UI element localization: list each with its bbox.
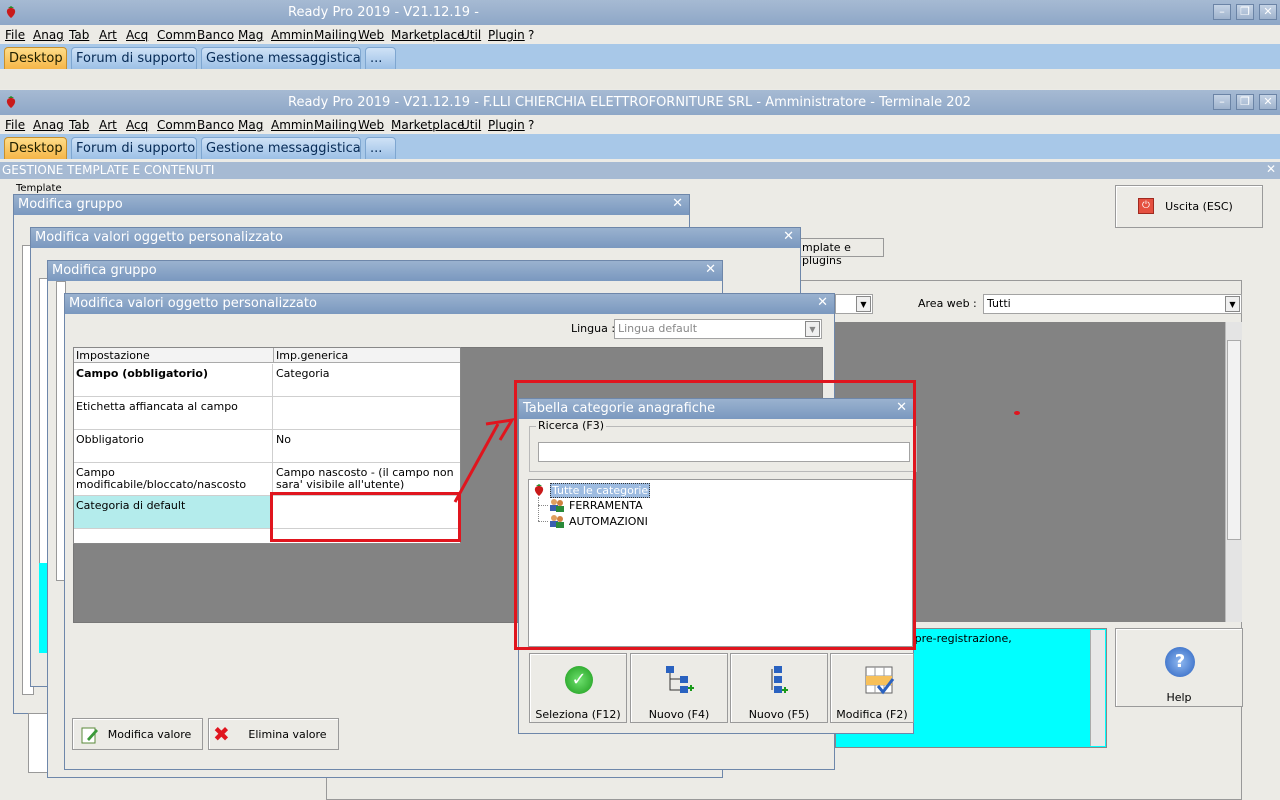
- area-web-select[interactable]: Tutti ▼: [983, 294, 1242, 314]
- back-tabbar: Desktop Forum di supporto Gestione messagg…: [0, 44, 1280, 69]
- table-edit-icon: [865, 666, 895, 695]
- section-title: GESTIONE TEMPLATE E CONTENUTI: [2, 163, 215, 177]
- back-window-title: Ready Pro 2019 - V21.12.19 -: [288, 5, 479, 20]
- front-menubar: File Anag Tab Art Acq Comm Banco Mag Ammin Mailin…: [0, 115, 1280, 134]
- check-icon: ✓: [565, 666, 593, 694]
- close-icon[interactable]: ✕: [672, 196, 683, 211]
- template-label: Template: [16, 183, 62, 194]
- restore-icon[interactable]: ❐: [1236, 4, 1254, 20]
- tab[interactable]: ...: [365, 137, 396, 159]
- tab[interactable]: Forum di supporto: [71, 47, 197, 69]
- menu-item[interactable]: File: [5, 118, 25, 132]
- menu-item[interactable]: Marketplace: [391, 118, 465, 132]
- lingua-label: Lingua :: [571, 322, 616, 335]
- section-close-icon[interactable]: ✕: [1266, 162, 1276, 176]
- menu-item[interactable]: Mailing: [314, 28, 357, 42]
- close-icon[interactable]: ✕: [783, 229, 794, 244]
- uscita-button[interactable]: ⏻ Uscita (ESC): [1115, 185, 1263, 228]
- minimize-icon[interactable]: –: [1213, 94, 1231, 110]
- modifica-f2-button[interactable]: Modifica (F2): [830, 653, 914, 723]
- tab[interactable]: Forum di supporto: [71, 137, 197, 159]
- seleziona-button[interactable]: ✓ Seleziona (F12): [529, 653, 627, 723]
- help-icon: ?: [1165, 647, 1195, 677]
- front-tabbar: Desktop Forum di supporto Gestione messagg…: [0, 134, 1280, 159]
- strawberry-logo-icon: [6, 96, 16, 108]
- grid-row[interactable]: Etichetta affiancata al campo: [74, 397, 460, 430]
- grid-header-imp-generica: Imp.generica: [274, 348, 460, 363]
- close-icon[interactable]: ✕: [817, 295, 828, 310]
- menu-item[interactable]: Web: [358, 28, 384, 42]
- menu-item[interactable]: Comm: [157, 28, 196, 42]
- front-window-title: Ready Pro 2019 - V21.12.19 - F.LLI CHIER…: [288, 95, 972, 110]
- tab[interactable]: Desktop: [4, 47, 67, 69]
- menu-item[interactable]: Plugin: [488, 28, 525, 42]
- tree-add-sibling-icon: [666, 666, 694, 693]
- nuovo-f5-button[interactable]: Nuovo (F5): [730, 653, 828, 723]
- menu-item[interactable]: Ammin: [271, 118, 314, 132]
- modifica-valore-button[interactable]: Modifica valore: [72, 718, 203, 750]
- menu-item[interactable]: File: [5, 28, 25, 42]
- menu-item[interactable]: Anag: [33, 118, 64, 132]
- edit-icon: [81, 727, 98, 744]
- power-icon: ⏻: [1138, 198, 1154, 214]
- close-icon[interactable]: ✕: [1259, 4, 1277, 20]
- annotation-dialog-box: [514, 380, 916, 650]
- grid-row[interactable]: Obbligatorio No: [74, 430, 460, 463]
- tab[interactable]: Gestione messaggistica: [201, 137, 361, 159]
- menu-item[interactable]: Comm: [157, 118, 196, 132]
- restore-icon[interactable]: ❐: [1236, 94, 1254, 110]
- help-button[interactable]: ? Help: [1115, 628, 1243, 707]
- annotation-highlight-box: [270, 492, 461, 542]
- menu-item[interactable]: Ammin: [271, 28, 314, 42]
- tab[interactable]: Gestione messaggistica: [201, 47, 361, 69]
- menu-item[interactable]: Anag: [33, 28, 64, 42]
- menu-item[interactable]: ?: [528, 118, 534, 132]
- area-web-label: Area web :: [918, 297, 977, 310]
- elimina-valore-button[interactable]: ✖ Elimina valore: [208, 718, 339, 750]
- red-dot: [1014, 411, 1020, 415]
- menu-item[interactable]: Art: [99, 118, 117, 132]
- menu-item[interactable]: Banco: [197, 28, 234, 42]
- menu-item[interactable]: Mag: [238, 118, 263, 132]
- back-menubar: File Anag Tab Art Acq Comm Banco Mag Ammin Mailin…: [0, 25, 1280, 44]
- menu-item[interactable]: Util: [461, 118, 481, 132]
- menu-item[interactable]: Tab: [69, 28, 89, 42]
- back-window-titlebar: Ready Pro 2019 - V21.12.19 - – ❐ ✕: [0, 0, 1280, 25]
- front-window-titlebar: Ready Pro 2019 - V21.12.19 - F.LLI CHIER…: [0, 90, 1280, 115]
- preview-scrollbar[interactable]: [1225, 322, 1242, 622]
- tab[interactable]: Desktop: [4, 137, 67, 159]
- dialog-title: Modifica valori oggetto personalizzato: [69, 296, 317, 311]
- desktop-icons-strip: [0, 69, 1280, 89]
- menu-item[interactable]: Tab: [69, 118, 89, 132]
- minimize-icon[interactable]: –: [1213, 4, 1231, 20]
- menu-item[interactable]: Mag: [238, 28, 263, 42]
- menu-item[interactable]: Mailing: [314, 118, 357, 132]
- menu-item[interactable]: Plugin: [488, 118, 525, 132]
- menu-item[interactable]: Acq: [126, 28, 148, 42]
- menu-item[interactable]: Acq: [126, 118, 148, 132]
- delete-x-icon: ✖: [213, 722, 230, 746]
- grid-header-impostazione: Impostazione: [74, 348, 274, 363]
- menu-item[interactable]: Banco: [197, 118, 234, 132]
- grid-row[interactable]: Campo (obbligatorio) Categoria: [74, 364, 460, 397]
- lingua-select[interactable]: Lingua default ▼: [614, 319, 822, 339]
- tab[interactable]: ...: [365, 47, 396, 69]
- tree-add-child-icon: [771, 666, 788, 693]
- filter-combo[interactable]: ▼: [835, 294, 873, 314]
- close-icon[interactable]: ✕: [1259, 94, 1277, 110]
- annotation-arrow: [453, 418, 515, 503]
- menu-item[interactable]: Web: [358, 118, 384, 132]
- tab-template-plugins[interactable]: mplate e plugins: [798, 238, 884, 267]
- section-titlebar: GESTIONE TEMPLATE E CONTENUTI ✕: [0, 162, 1280, 179]
- menu-item[interactable]: Marketplace: [391, 28, 465, 42]
- strawberry-logo-icon: [6, 6, 16, 18]
- menu-item[interactable]: Art: [99, 28, 117, 42]
- close-icon[interactable]: ✕: [705, 262, 716, 277]
- menu-item[interactable]: Util: [461, 28, 481, 42]
- menu-item[interactable]: ?: [528, 28, 534, 42]
- nuovo-f4-button[interactable]: Nuovo (F4): [630, 653, 728, 723]
